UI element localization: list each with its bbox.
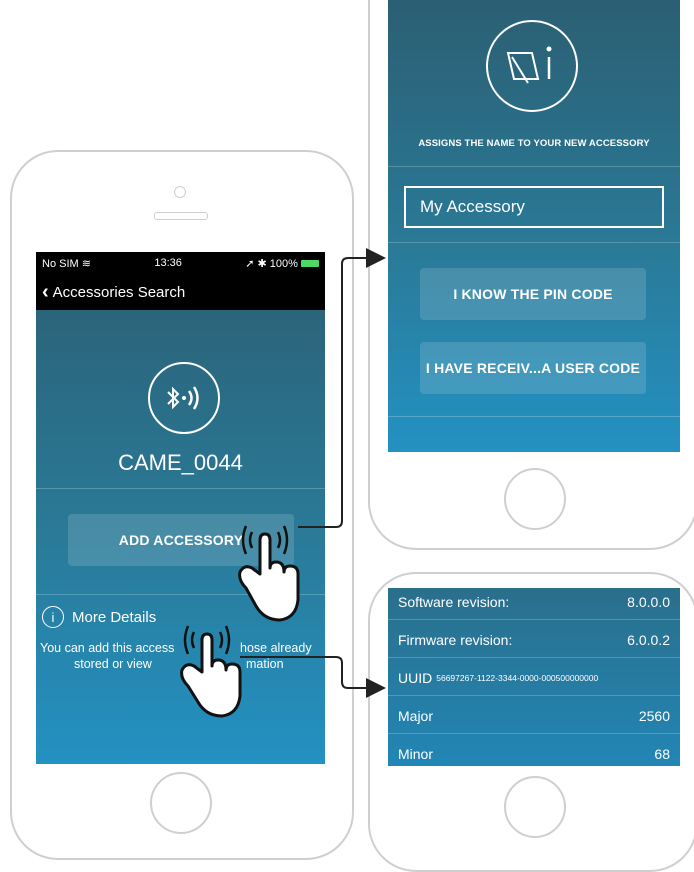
tap-hand-icon — [238, 525, 300, 622]
arrow-to-name-screen — [298, 248, 386, 528]
connector-arrows — [240, 248, 386, 698]
arrow-to-details-screen — [240, 656, 386, 698]
tap-hand-icon — [180, 625, 242, 718]
